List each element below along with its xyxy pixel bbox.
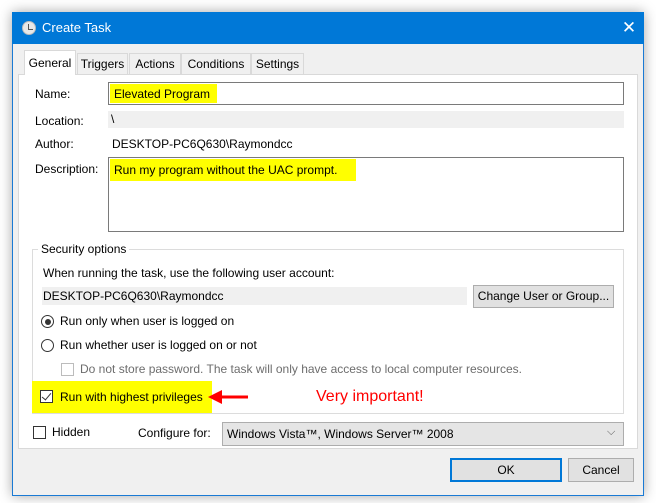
location-label: Location:	[35, 114, 84, 128]
description-label: Description:	[35, 162, 99, 176]
author-value: DESKTOP-PC6Q630\Raymondcc	[112, 137, 293, 151]
run-whether-label[interactable]: Run whether user is logged on or not	[60, 338, 257, 352]
change-user-button[interactable]: Change User or Group...	[473, 285, 614, 308]
no-store-password-label: Do not store password. The task will onl…	[80, 362, 522, 376]
no-store-password-checkbox	[61, 363, 74, 376]
security-options-legend: Security options	[38, 242, 130, 256]
hidden-label[interactable]: Hidden	[52, 425, 90, 439]
name-value: Elevated Program	[110, 84, 217, 103]
hidden-checkbox[interactable]	[33, 426, 46, 439]
run-logged-on-label[interactable]: Run only when user is logged on	[60, 314, 234, 328]
configure-for-value: Windows Vista™, Windows Server™ 2008	[227, 427, 454, 441]
run-whether-radio[interactable]	[41, 339, 54, 352]
tab-actions[interactable]: Actions	[129, 53, 181, 74]
configure-for-label: Configure for:	[138, 426, 211, 440]
user-account-field: DESKTOP-PC6Q630\Raymondcc	[42, 287, 467, 305]
author-label: Author:	[35, 137, 74, 151]
location-field: \	[108, 111, 624, 128]
user-account-value: DESKTOP-PC6Q630\Raymondcc	[43, 289, 224, 303]
arrow-icon	[208, 390, 248, 404]
run-logged-on-radio[interactable]	[41, 315, 54, 328]
account-prompt: When running the task, use the following…	[43, 266, 335, 280]
tab-settings[interactable]: Settings	[251, 53, 304, 74]
highest-privileges-label[interactable]: Run with highest privileges	[60, 390, 203, 404]
ok-button[interactable]: OK	[450, 458, 562, 482]
tab-triggers[interactable]: Triggers	[77, 53, 128, 74]
description-value: Run my program without the UAC prompt.	[110, 159, 356, 181]
description-textarea[interactable]: Run my program without the UAC prompt.	[108, 157, 624, 232]
annotation-text: Very important!	[316, 388, 424, 405]
name-input[interactable]: Elevated Program	[108, 82, 624, 105]
highest-privileges-checkbox[interactable]	[40, 390, 53, 403]
location-value: \	[111, 112, 115, 126]
name-label: Name:	[35, 87, 71, 101]
chevron-down-icon: ⌵	[607, 426, 616, 438]
title-bar: Create Task ✕	[12, 12, 644, 44]
tab-general[interactable]: General	[24, 50, 76, 75]
tab-conditions[interactable]: Conditions	[181, 53, 251, 74]
configure-for-select[interactable]: Windows Vista™, Windows Server™ 2008 ⌵	[222, 422, 624, 446]
window-title: Create Task	[42, 20, 112, 35]
close-icon[interactable]: ✕	[618, 17, 640, 39]
cancel-button[interactable]: Cancel	[568, 458, 634, 482]
clock-icon	[22, 21, 36, 35]
